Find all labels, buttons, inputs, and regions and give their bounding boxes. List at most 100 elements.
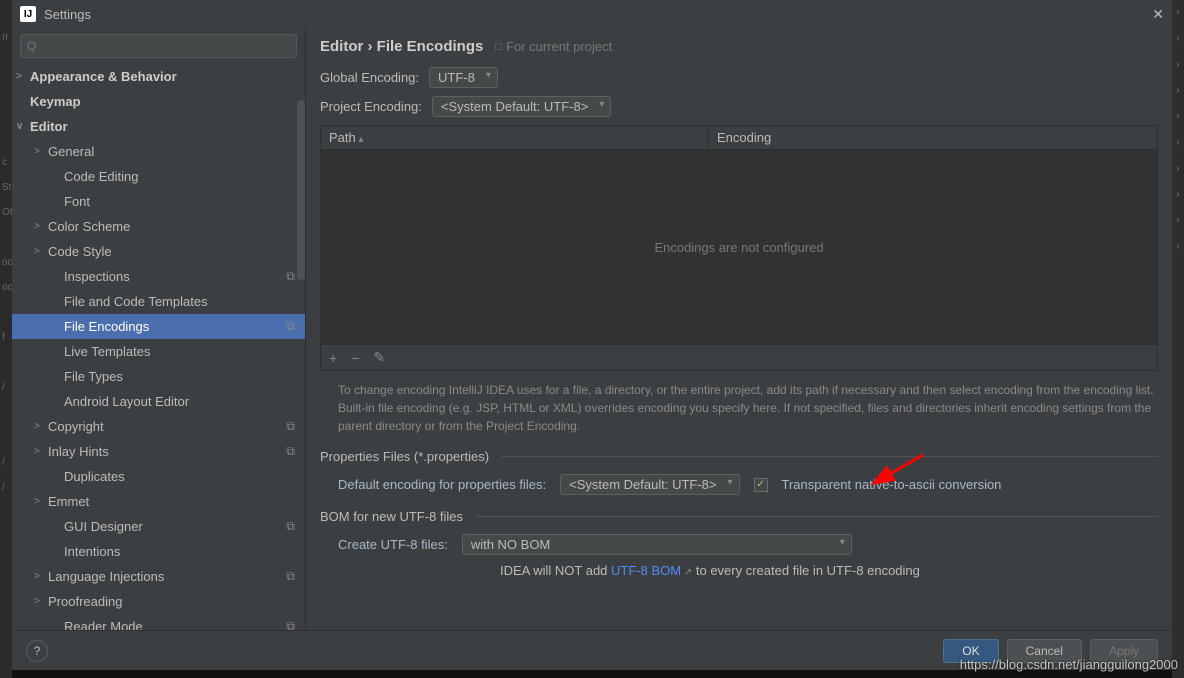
tree-item[interactable]: > Emmet — [12, 489, 305, 514]
tree-item-label: File and Code Templates — [64, 294, 208, 309]
tree-item-label: Proofreading — [48, 594, 122, 609]
col-path[interactable]: Path — [321, 126, 709, 149]
props-label: Default encoding for properties files: — [338, 477, 546, 492]
bom-dropdown[interactable]: with NO BOM — [462, 534, 852, 555]
chevron-icon: > — [34, 496, 40, 507]
tree-item-label: GUI Designer — [64, 519, 143, 534]
tree-item[interactable]: > Proofreading — [12, 589, 305, 614]
chevron-icon: > — [34, 421, 40, 432]
chevron-icon: > — [34, 146, 40, 157]
tree-item[interactable]: Duplicates — [12, 464, 305, 489]
tree-item[interactable]: > Code Style — [12, 239, 305, 264]
scope-badge: For current project — [495, 39, 612, 54]
bom-legend: BOM for new UTF-8 files — [320, 509, 1158, 524]
tree-item-label: Inlay Hints — [48, 444, 109, 459]
utf8-bom-link[interactable]: UTF-8 BOM — [611, 563, 692, 578]
tree-item[interactable]: > Inlay Hints ⧉ — [12, 439, 305, 464]
project-scope-icon: ⧉ — [286, 519, 295, 534]
breadcrumb: Editor › File Encodings For current proj… — [320, 38, 1158, 55]
chevron-icon: > — [34, 246, 40, 257]
chevron-icon: > — [16, 71, 22, 82]
tree-item-label: Appearance & Behavior — [30, 69, 177, 84]
settings-dialog: IJ Settings ✕ > Appearance & Behavior Keym… — [12, 0, 1172, 670]
search-input[interactable] — [20, 34, 297, 58]
chevron-icon: > — [34, 446, 40, 457]
add-icon[interactable]: + — [329, 350, 337, 366]
tree-item[interactable]: Keymap — [12, 89, 305, 114]
tree-item-label: Inspections — [64, 269, 130, 284]
content-pane: Editor › File Encodings For current proj… — [306, 28, 1172, 630]
tree-item-label: Language Injections — [48, 569, 164, 584]
tree-item[interactable]: Android Layout Editor — [12, 389, 305, 414]
tree-item[interactable]: Code Editing — [12, 164, 305, 189]
tree-item-label: Keymap — [30, 94, 81, 109]
tree-item-label: Code Editing — [64, 169, 138, 184]
tree-item[interactable]: Intentions — [12, 539, 305, 564]
native-ascii-label[interactable]: Transparent native-to-ascii conversion — [782, 477, 1002, 492]
edit-icon[interactable]: ✎ — [373, 349, 385, 366]
tree-item[interactable]: > Color Scheme — [12, 214, 305, 239]
tree-item-label: Android Layout Editor — [64, 394, 189, 409]
project-scope-icon: ⧉ — [286, 269, 295, 284]
tree-item[interactable]: File and Code Templates — [12, 289, 305, 314]
help-button[interactable]: ? — [26, 640, 48, 662]
tree-item-label: Emmet — [48, 494, 89, 509]
tree-item-label: Live Templates — [64, 344, 150, 359]
settings-tree[interactable]: > Appearance & Behavior Keymap ∨ Editor > Gene… — [12, 64, 305, 630]
tree-item-label: General — [48, 144, 94, 159]
hint-text: To change encoding IntelliJ IDEA uses fo… — [338, 381, 1158, 435]
tree-item-label: Copyright — [48, 419, 104, 434]
chevron-icon: > — [34, 596, 40, 607]
tree-item[interactable]: Font — [12, 189, 305, 214]
tree-item[interactable]: Live Templates — [12, 339, 305, 364]
tree-item[interactable]: > Language Injections ⧉ — [12, 564, 305, 589]
app-icon: IJ — [20, 6, 36, 22]
tree-item-label: Color Scheme — [48, 219, 130, 234]
breadcrumb-text: Editor › File Encodings — [320, 38, 483, 55]
titlebar: IJ Settings ✕ — [12, 0, 1172, 28]
project-scope-icon: ⧉ — [286, 419, 295, 434]
project-scope-icon: ⧉ — [286, 619, 295, 630]
table-empty-msg: Encodings are not configured — [321, 150, 1157, 344]
window-title: Settings — [44, 7, 91, 22]
global-encoding-label: Global Encoding: — [320, 70, 419, 85]
close-icon[interactable]: ✕ — [1152, 6, 1164, 23]
tree-item[interactable]: > Copyright ⧉ — [12, 414, 305, 439]
bom-note: IDEA will NOT add UTF-8 BOM to every cre… — [320, 563, 1158, 578]
right-gutter: ›››››››››› — [1172, 0, 1184, 678]
chevron-icon: > — [34, 221, 40, 232]
project-scope-icon: ⧉ — [286, 569, 295, 584]
tree-item[interactable]: > General — [12, 139, 305, 164]
tree-item[interactable]: Reader Mode ⧉ — [12, 614, 305, 630]
tree-item-label: Font — [64, 194, 90, 209]
props-legend: Properties Files (*.properties) — [320, 449, 1158, 464]
props-encoding-dropdown[interactable]: <System Default: UTF-8> — [560, 474, 739, 495]
chevron-icon: > — [34, 571, 40, 582]
project-scope-icon: ⧉ — [286, 319, 295, 334]
tree-item-label: Intentions — [64, 544, 120, 559]
tree-item[interactable]: ∨ Editor — [12, 114, 305, 139]
col-encoding[interactable]: Encoding — [709, 126, 1157, 149]
left-gutter: rr cStOf ococ f / // — [0, 0, 12, 678]
project-scope-icon: ⧉ — [286, 444, 295, 459]
tree-item-label: File Encodings — [64, 319, 149, 334]
tree-item[interactable]: Inspections ⧉ — [12, 264, 305, 289]
tree-item[interactable]: File Types — [12, 364, 305, 389]
tree-item-label: Editor — [30, 119, 68, 134]
tree-item[interactable]: GUI Designer ⧉ — [12, 514, 305, 539]
bom-label: Create UTF-8 files: — [338, 537, 448, 552]
watermark: https://blog.csdn.net/jiangguilong2000 — [960, 657, 1178, 672]
native-ascii-checkbox[interactable]: ✓ — [754, 478, 768, 492]
encoding-table: Path Encoding Encodings are not configur… — [320, 125, 1158, 371]
sidebar: > Appearance & Behavior Keymap ∨ Editor > Gene… — [12, 28, 306, 630]
tree-item-label: Duplicates — [64, 469, 125, 484]
project-encoding-dropdown[interactable]: <System Default: UTF-8> — [432, 96, 611, 117]
chevron-icon: ∨ — [16, 121, 23, 132]
tree-item[interactable]: File Encodings ⧉ — [12, 314, 305, 339]
remove-icon[interactable]: − — [351, 350, 359, 366]
tree-item-label: Reader Mode — [64, 619, 143, 630]
tree-item-label: File Types — [64, 369, 123, 384]
tree-item-label: Code Style — [48, 244, 112, 259]
tree-item[interactable]: > Appearance & Behavior — [12, 64, 305, 89]
global-encoding-dropdown[interactable]: UTF-8 — [429, 67, 498, 88]
